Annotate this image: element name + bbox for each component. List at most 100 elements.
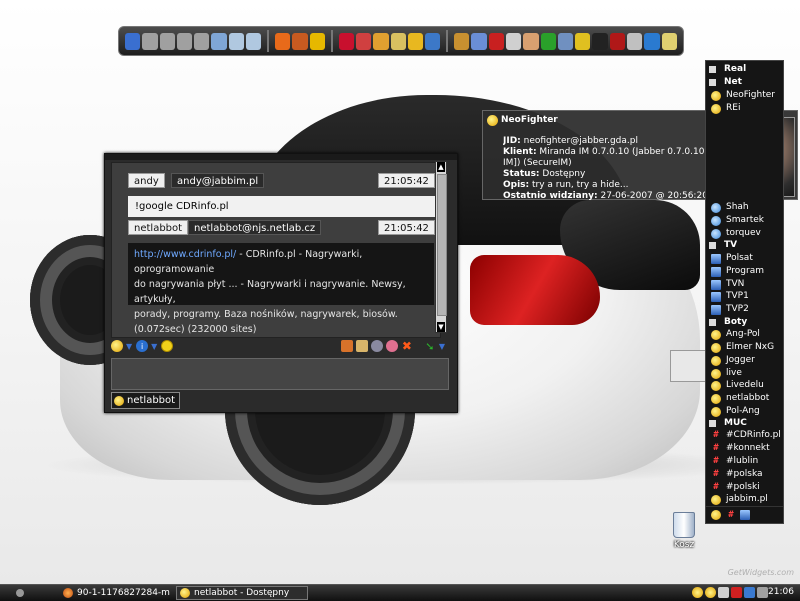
headphones-icon[interactable] <box>506 32 522 50</box>
speaker-icon[interactable] <box>718 587 729 598</box>
network-icon[interactable] <box>744 587 755 598</box>
contact-item[interactable]: netlabbot <box>706 392 769 405</box>
contact-item[interactable]: Shah <box>706 201 749 214</box>
firefox-icon[interactable] <box>275 32 291 50</box>
contact-item[interactable]: Elmer NxG <box>706 341 774 354</box>
history-icon[interactable] <box>340 340 353 352</box>
collapse-toggle-icon[interactable] <box>709 79 716 86</box>
network-drive-icon[interactable] <box>228 32 244 50</box>
contact-item[interactable]: # #polska <box>706 468 762 481</box>
contact-item[interactable]: TVP2 <box>706 303 749 316</box>
firefox-icon[interactable] <box>292 32 308 50</box>
contact-item[interactable]: REi <box>706 102 740 115</box>
scrollbar-thumb[interactable] <box>437 174 447 316</box>
status-bulb-icon <box>180 588 190 598</box>
message-log: andy andy@jabbim.pl 21:05:42 !google CDR… <box>111 162 441 338</box>
hand-icon[interactable] <box>523 32 539 50</box>
drive-icon[interactable] <box>176 32 193 50</box>
taskbar-item[interactable]: netlabbot - Dostępny <box>176 586 308 600</box>
recycle-bin[interactable]: Kosz <box>668 512 700 560</box>
utorrent-icon[interactable] <box>540 32 556 50</box>
message-text: http://www.cdrinfo.pl/ - CDRinfo.pl - Na… <box>128 243 434 335</box>
status-dropdown-caret[interactable]: ▼ <box>126 342 132 351</box>
smiley-icon[interactable] <box>161 340 174 352</box>
info-icon[interactable]: i <box>136 340 149 352</box>
nero-icon[interactable] <box>355 32 372 50</box>
contact-group[interactable]: Real <box>706 63 746 76</box>
contact-item[interactable]: jabbim.pl <box>706 493 768 506</box>
drive-icon[interactable] <box>194 32 210 50</box>
contact-item[interactable]: Polsat <box>706 252 753 265</box>
key-icon[interactable] <box>575 32 591 50</box>
aimp-icon[interactable] <box>609 32 625 50</box>
drive-icon[interactable] <box>159 32 175 50</box>
contact-item[interactable]: Program <box>706 265 764 278</box>
info-dropdown-caret[interactable]: ▼ <box>151 342 157 351</box>
tooltip-line: Opis: try a run, try a hide... <box>503 180 717 191</box>
send-arrow-icon[interactable]: ➘ <box>424 340 436 353</box>
tooltip-line: Status: Dostępny <box>503 169 717 180</box>
start-button[interactable] <box>16 589 24 597</box>
user-details-icon[interactable] <box>355 340 368 352</box>
message-link[interactable]: http://www.cdrinfo.pl/ <box>134 249 236 260</box>
status-bulb-icon[interactable] <box>692 587 703 598</box>
cake-icon[interactable] <box>373 32 389 50</box>
collapse-toggle-icon[interactable] <box>709 420 716 427</box>
contact-item[interactable]: Smartek <box>706 214 764 227</box>
winamp-icon[interactable] <box>309 32 325 50</box>
terminal-icon[interactable] <box>592 32 608 50</box>
scroll-up-arrow-icon[interactable]: ▲ <box>437 162 445 172</box>
status-bulb-icon[interactable] <box>111 340 123 352</box>
usb-icon[interactable] <box>757 587 768 598</box>
chat-contact-tab-label: netlabbot <box>127 395 176 406</box>
status-bulb-icon[interactable] <box>711 510 721 520</box>
drive-icon[interactable] <box>142 32 158 50</box>
taskbar-item[interactable]: 90-1-1176827284-m1.... <box>60 586 170 600</box>
collapse-toggle-icon[interactable] <box>709 66 716 73</box>
message-log-scrollbar[interactable]: ▲ ▼ <box>435 161 447 333</box>
contact-item[interactable]: TVP1 <box>706 290 749 303</box>
tooltip-line-label: Klient: <box>503 147 537 157</box>
network-drive-icon[interactable] <box>245 32 262 50</box>
globe-icon[interactable] <box>425 32 441 50</box>
send-dropdown-caret[interactable]: ▼ <box>439 342 445 351</box>
contact-item[interactable]: # #CDRinfo.pl <box>706 429 781 442</box>
tv-icon[interactable] <box>740 510 750 520</box>
monitor-icon[interactable] <box>125 32 141 50</box>
message-line: do nagrywania płyt ... - Nagrywarki i na… <box>134 279 406 305</box>
collapse-toggle-icon[interactable] <box>709 319 716 326</box>
pencil-icon[interactable] <box>488 32 505 50</box>
contact-list-bottom-bar: # <box>706 506 783 523</box>
usb-icon[interactable] <box>211 32 227 50</box>
notepad-icon[interactable] <box>661 32 677 50</box>
chat-contact-tab[interactable]: netlabbot <box>111 392 181 409</box>
close-icon[interactable]: ✖ <box>401 339 413 353</box>
network-icon[interactable] <box>557 32 574 50</box>
antivirus-icon[interactable] <box>731 587 742 598</box>
info-icon[interactable] <box>644 32 660 50</box>
acrobat-icon[interactable] <box>338 32 354 50</box>
collapse-toggle-icon[interactable] <box>709 242 716 249</box>
contact-item[interactable]: # #konnekt <box>706 442 769 455</box>
recycle-bin-label: Kosz <box>673 540 695 550</box>
contact-group[interactable]: TV <box>706 239 737 252</box>
cake-icon[interactable] <box>454 32 470 50</box>
sunflower-icon[interactable] <box>407 32 424 50</box>
tooltip-line-label: JID: <box>503 136 521 146</box>
status-bulb-icon[interactable] <box>705 587 716 598</box>
contact-group[interactable]: Net <box>706 76 742 89</box>
contact-item[interactable]: Ang-Pol <box>706 328 760 341</box>
contact-item[interactable]: Livedelu <box>706 379 764 392</box>
contact-item[interactable]: # #lublin <box>706 455 758 468</box>
scroll-down-arrow-icon[interactable]: ▼ <box>437 322 445 332</box>
disc-icon[interactable] <box>390 32 406 50</box>
contact-item[interactable]: Jogger <box>706 354 755 367</box>
settings-gear-icon[interactable] <box>370 340 383 352</box>
hash-icon[interactable]: # <box>726 510 736 520</box>
contact-item[interactable]: NeoFighter <box>706 89 775 102</box>
sender-jid: netlabbot@njs.netlab.cz <box>188 220 322 235</box>
window-icon[interactable] <box>626 32 643 50</box>
secureim-icon[interactable] <box>385 340 398 352</box>
message-input[interactable] <box>111 358 449 390</box>
floppy-icon[interactable] <box>471 32 487 50</box>
